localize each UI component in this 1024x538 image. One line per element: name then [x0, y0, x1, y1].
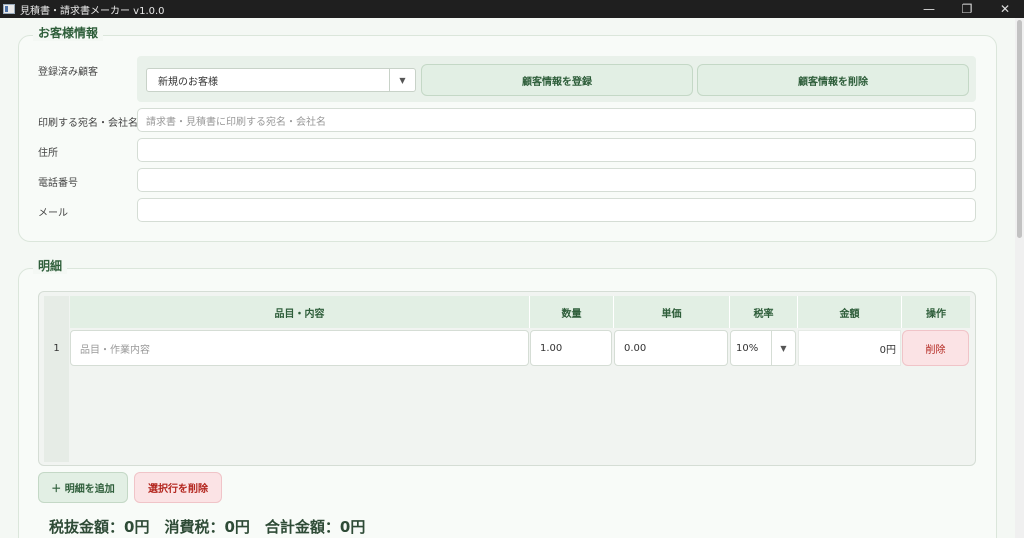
unit-price-input[interactable]: 0.00	[614, 330, 728, 366]
title-bar: 見積書・請求書メーカー v1.0.0 — ❐ ✕	[0, 0, 1024, 18]
print-name-label: 印刷する宛名・会社名	[38, 118, 138, 129]
registered-customer-value: 新規のお客様	[158, 76, 218, 88]
column-header-tax-rate[interactable]: 税率	[730, 296, 798, 328]
item-input[interactable]: 品目・作業内容	[70, 330, 529, 366]
delete-customer-button[interactable]: 顧客情報を削除	[697, 64, 969, 96]
add-line-button[interactable]: ＋ 明細を追加	[38, 472, 128, 503]
totals-summary: 税抜金額：0円 消費税：0円 合計金額：0円	[49, 518, 366, 536]
print-name-input[interactable]: 請求書・見積書に印刷する宛名・会社名	[137, 108, 976, 132]
column-header-item[interactable]: 品目・内容	[70, 296, 530, 328]
phone-label: 電話番号	[38, 178, 78, 189]
chevron-down-icon[interactable]: ▼	[389, 69, 415, 91]
column-header-action[interactable]: 操作	[902, 296, 970, 328]
registered-customer-label: 登録済み顧客	[38, 67, 98, 78]
details-title: 明細	[33, 257, 68, 274]
tax-rate-value: 10%	[736, 342, 759, 354]
customer-info-title: お客様情報	[33, 24, 104, 41]
email-label: メール	[38, 208, 68, 219]
scrollbar-thumb[interactable]	[1017, 20, 1022, 238]
address-label: 住所	[38, 148, 58, 159]
quantity-input[interactable]: 1.00	[530, 330, 612, 366]
delete-row-button[interactable]: 削除	[902, 330, 969, 366]
chevron-down-icon[interactable]: ▼	[771, 331, 795, 365]
column-header-unit-price[interactable]: 単価	[614, 296, 730, 328]
window-controls: — ❐ ✕	[910, 0, 1024, 18]
amount-cell: 0円	[798, 330, 901, 366]
remove-selected-button[interactable]: 選択行を削除	[134, 472, 222, 503]
close-button[interactable]: ✕	[986, 0, 1024, 18]
email-input[interactable]	[137, 198, 976, 222]
vertical-scrollbar[interactable]	[1015, 18, 1024, 538]
phone-input[interactable]	[137, 168, 976, 192]
restore-button[interactable]: ❐	[948, 0, 986, 18]
registered-customer-select[interactable]: 新規のお客様 ▼	[146, 68, 416, 92]
row-header-column	[44, 296, 69, 462]
app-icon	[3, 4, 15, 14]
register-customer-button[interactable]: 顧客情報を登録	[421, 64, 693, 96]
column-header-quantity[interactable]: 数量	[530, 296, 614, 328]
row-number[interactable]: 1	[44, 330, 69, 366]
minimize-button[interactable]: —	[910, 0, 948, 18]
tax-rate-select[interactable]: 10% ▼	[730, 330, 796, 366]
window-title: 見積書・請求書メーカー v1.0.0	[20, 5, 165, 17]
address-input[interactable]	[137, 138, 976, 162]
column-header-amount[interactable]: 金額	[798, 296, 902, 328]
